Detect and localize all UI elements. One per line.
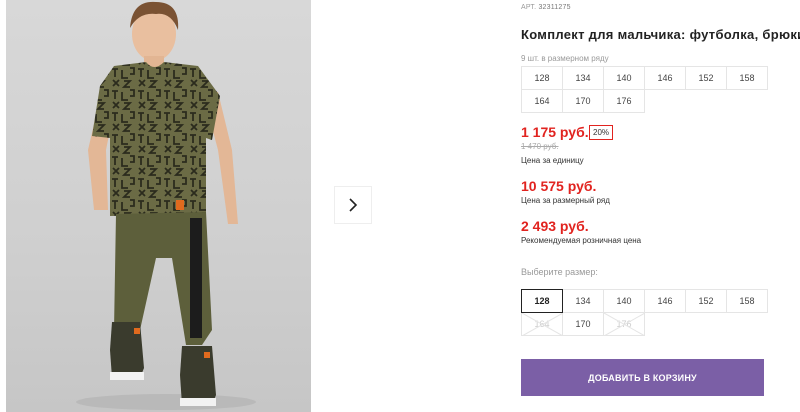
size-option-128[interactable]: 128: [521, 289, 563, 313]
article-number: АРТ. 32311275: [521, 4, 571, 11]
size-option-label: 128: [534, 296, 550, 306]
size-option-label: 140: [616, 296, 632, 306]
pack-note: 9 шт. в размерном ряду: [521, 54, 609, 63]
size-option-140[interactable]: 140: [603, 289, 645, 313]
add-to-cart-button[interactable]: ДОБАВИТЬ В КОРЗИНУ: [521, 359, 764, 396]
chevron-right-icon: [349, 198, 358, 212]
pack-size-cell: 158: [726, 66, 768, 90]
pack-size-cell: 134: [562, 66, 604, 90]
size-picker: 128 134 140 146 152 158 164 170 176: [521, 289, 768, 336]
pack-size-cell: 146: [644, 66, 686, 90]
rrp-price: 2 493 руб.: [521, 218, 589, 234]
article-label: АРТ.: [521, 4, 537, 11]
pack-size-cell: 170: [562, 89, 604, 113]
size-option-146[interactable]: 146: [644, 289, 686, 313]
pack-size-grid: 128 134 140 146 152 158 164 170 176: [521, 66, 768, 113]
pack-size-cell: 164: [521, 89, 563, 113]
unit-price-note: Цена за единицу: [521, 156, 584, 165]
size-option-label: 146: [657, 296, 673, 306]
rrp-price-note: Рекомендуемая розничная цена: [521, 236, 642, 245]
product-photo: [6, 0, 311, 412]
choose-size-label: Выберите размер:: [521, 267, 598, 277]
size-option-170[interactable]: 170: [562, 312, 604, 336]
size-option-134[interactable]: 134: [562, 289, 604, 313]
size-option-164: 164: [521, 312, 563, 336]
gallery-next-button[interactable]: [334, 186, 372, 224]
unit-price: 1 175 руб.: [521, 124, 589, 140]
pack-size-cell: 152: [685, 66, 727, 90]
set-price-note: Цена за размерный ряд: [521, 196, 610, 205]
pack-size-cell: 176: [603, 89, 645, 113]
old-price: 1 470 руб.: [521, 142, 559, 151]
size-option-label: 152: [698, 296, 714, 306]
size-option-176: 176: [603, 312, 645, 336]
size-option-158[interactable]: 158: [726, 289, 768, 313]
discount-badge: 20%: [589, 125, 614, 140]
size-option-label: 170: [575, 319, 591, 329]
size-option-152[interactable]: 152: [685, 289, 727, 313]
size-option-label: 158: [739, 296, 755, 306]
article-value: 32311275: [538, 4, 571, 11]
pack-size-cell: 128: [521, 66, 563, 90]
unavailable-cross-icon: [522, 313, 563, 336]
unavailable-cross-icon: [604, 313, 645, 336]
product-title: Комплект для мальчика: футболка, брюки: [521, 27, 800, 42]
set-price: 10 575 руб.: [521, 178, 597, 194]
pack-size-cell: 140: [603, 66, 645, 90]
boy-in-tshirt-and-trousers-image: [76, 1, 256, 410]
size-option-label: 134: [575, 296, 591, 306]
